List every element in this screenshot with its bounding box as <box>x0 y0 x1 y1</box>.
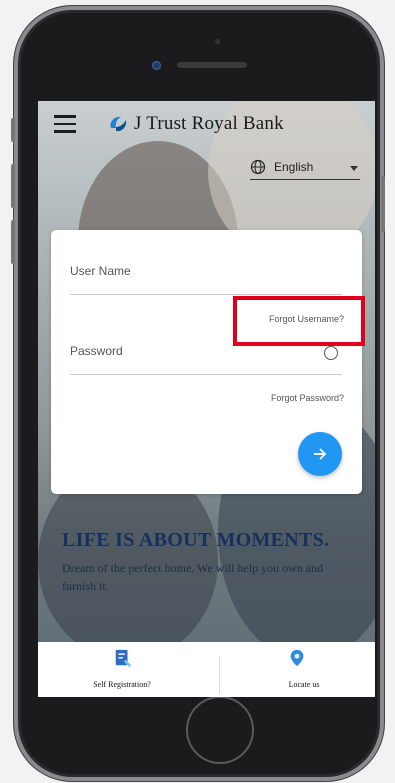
username-placeholder: User Name <box>70 264 131 278</box>
mute-switch <box>11 118 15 142</box>
language-selector[interactable]: English <box>250 159 360 180</box>
earpiece-speaker <box>177 62 247 68</box>
self-registration-label: Self Registration? <box>93 680 151 689</box>
arrow-right-icon <box>314 448 327 460</box>
username-field[interactable]: User Name <box>70 254 342 295</box>
power-button <box>381 176 385 232</box>
volume-up-button <box>11 164 15 208</box>
banner-headline: LIFE IS ABOUT MOMENTS. <box>62 529 330 551</box>
volume-down-button <box>11 220 15 264</box>
bank-logo-icon <box>110 116 127 132</box>
hamburger-menu-icon[interactable] <box>54 115 76 133</box>
banner-subtext: Dream of the perfect home. We will help … <box>62 561 324 593</box>
globe-icon <box>250 159 266 175</box>
show-password-icon[interactable] <box>324 346 338 360</box>
chevron-down-icon <box>350 166 358 171</box>
login-card: User Name Forgot Username? Password Forg… <box>51 230 362 494</box>
proximity-sensor <box>215 39 220 44</box>
forgot-password-link[interactable]: Forgot Password? <box>271 393 344 403</box>
self-registration-button[interactable]: Self Registration? <box>38 642 206 697</box>
location-pin-icon <box>290 649 304 667</box>
locate-us-label: Locate us <box>288 680 320 689</box>
password-placeholder: Password <box>70 344 123 358</box>
language-label: English <box>274 160 314 174</box>
login-submit-button[interactable] <box>298 432 342 476</box>
brand-name: J Trust Royal Bank <box>134 113 284 134</box>
annotation-highlight-box <box>233 296 365 346</box>
bottom-navigation: Self Registration? Locate us <box>38 642 375 697</box>
app-header: J Trust Royal Bank <box>38 101 375 149</box>
front-camera <box>152 61 161 70</box>
locate-us-button[interactable]: Locate us <box>220 642 375 697</box>
home-button[interactable] <box>186 696 254 764</box>
registration-document-icon <box>115 649 132 668</box>
app-screen: J Trust Royal Bank English User Name For… <box>38 101 375 697</box>
